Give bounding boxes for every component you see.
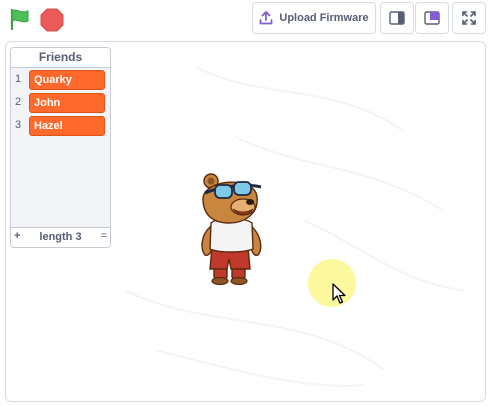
small-stage-icon xyxy=(389,11,405,25)
upload-firmware-button[interactable]: Upload Firmware xyxy=(252,2,376,34)
list-footer: + length 3 = xyxy=(11,227,110,247)
stop-sign-icon[interactable] xyxy=(40,8,64,32)
list-resize-handle[interactable]: = xyxy=(101,230,107,242)
upload-firmware-label: Upload Firmware xyxy=(279,12,369,24)
large-stage-button[interactable] xyxy=(415,2,449,34)
stage-canvas[interactable]: Friends 1 Quarky 2 John 3 Hazel + length… xyxy=(5,41,486,402)
stage-header: Upload Firmware xyxy=(0,0,490,40)
large-stage-icon xyxy=(424,11,440,25)
bear-sprite[interactable] xyxy=(195,169,271,285)
list-item: 1 Quarky xyxy=(11,70,110,92)
list-item-index: 3 xyxy=(15,119,22,131)
list-body: 1 Quarky 2 John 3 Hazel xyxy=(11,68,110,229)
upload-icon xyxy=(259,11,273,25)
mouse-pointer-icon xyxy=(332,283,346,304)
list-title: Friends xyxy=(11,48,110,68)
list-item-index: 1 xyxy=(15,73,22,85)
green-flag-icon[interactable] xyxy=(8,8,32,30)
small-stage-button[interactable] xyxy=(380,2,414,34)
list-item-value[interactable]: John xyxy=(29,93,105,113)
list-item-value[interactable]: Quarky xyxy=(29,70,105,90)
fullscreen-button[interactable] xyxy=(452,2,486,34)
list-item-index: 2 xyxy=(15,96,22,108)
fullscreen-icon xyxy=(462,11,476,25)
list-item: 2 John xyxy=(11,93,110,115)
list-length-label: length 3 xyxy=(39,231,82,243)
list-item-value[interactable]: Hazel xyxy=(29,116,105,136)
list-monitor-friends[interactable]: Friends 1 Quarky 2 John 3 Hazel + length… xyxy=(10,47,111,248)
list-item: 3 Hazel xyxy=(11,116,110,138)
